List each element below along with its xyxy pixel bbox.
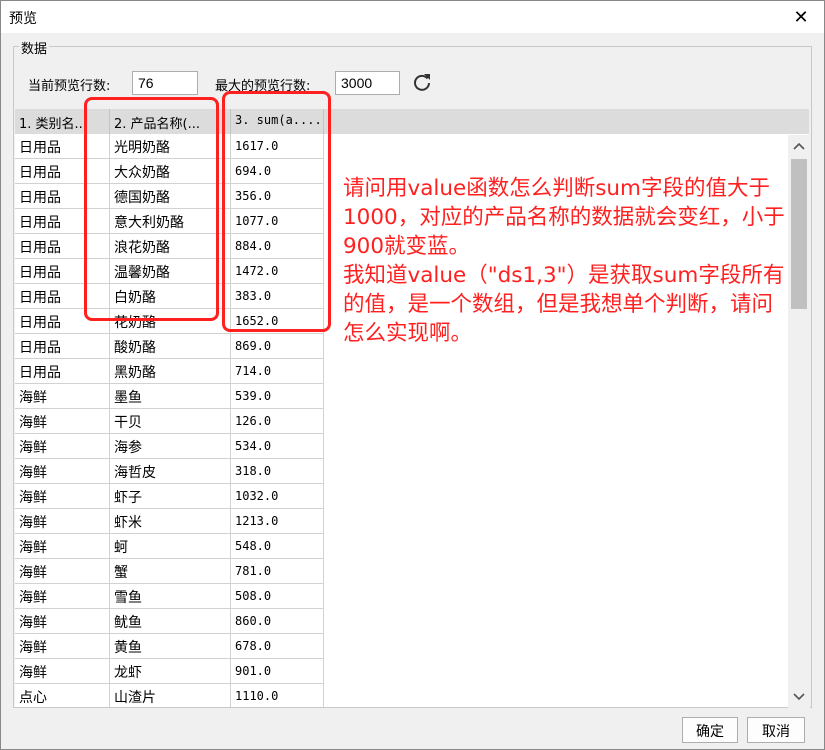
- cell-sum[interactable]: 1110.0: [231, 684, 324, 707]
- cell-category[interactable]: 日用品: [15, 334, 110, 359]
- table-row[interactable]: 海鲜蚵 548.0: [15, 534, 324, 559]
- table-row[interactable]: 海鲜 海哲皮 318.0: [15, 459, 324, 484]
- cell-sum[interactable]: 714.0: [231, 359, 324, 384]
- cell-category[interactable]: 海鲜: [15, 434, 110, 459]
- cell-sum[interactable]: 1032.0: [231, 484, 324, 509]
- cell-category[interactable]: 海鲜: [15, 484, 110, 509]
- table-row[interactable]: 海鲜 干贝 126.0: [15, 409, 324, 434]
- annotation-paragraph-2: 我知道value（"ds1,3"）是获取sum字段所有的值，是一个数组，但是我想…: [343, 263, 785, 346]
- cell-product[interactable]: 干贝: [110, 409, 231, 434]
- table-row[interactable]: 日用品 酸奶酪 869.0: [15, 334, 324, 359]
- annotation-paragraph-1: 请问用value函数怎么判断sum字段的值大于1000，对应的产品名称的数据就会…: [343, 176, 785, 259]
- close-icon[interactable]: ✕: [778, 1, 824, 33]
- cell-product[interactable]: 山渣片: [110, 684, 231, 707]
- vertical-scrollbar[interactable]: [788, 135, 810, 708]
- cell-product[interactable]: 蚵: [110, 534, 231, 559]
- table-row[interactable]: 海鲜 雪鱼 508.0: [15, 584, 324, 609]
- cell-product[interactable]: 蟹: [110, 559, 231, 584]
- cell-product[interactable]: 虾子: [110, 484, 231, 509]
- cell-sum[interactable]: 901.0: [231, 659, 324, 684]
- table-row[interactable]: 点心 山渣片 1110.0: [15, 684, 324, 707]
- cell-sum[interactable]: 678.0: [231, 634, 324, 659]
- cell-product[interactable]: 黑奶酪: [110, 359, 231, 384]
- cell-sum[interactable]: 869.0: [231, 334, 324, 359]
- table-row[interactable]: 海鲜 墨鱼 539.0: [15, 384, 324, 409]
- cell-sum[interactable]: 126.0: [231, 409, 324, 434]
- cell-category[interactable]: 海鲜: [15, 384, 110, 409]
- table-row[interactable]: 海鲜蟹 781.0: [15, 559, 324, 584]
- cell-category[interactable]: 海鲜: [15, 634, 110, 659]
- cell-sum[interactable]: 548.0: [231, 534, 324, 559]
- cell-category[interactable]: 海鲜: [15, 609, 110, 634]
- table-row[interactable]: 海鲜 龙虾 901.0: [15, 659, 324, 684]
- groupbox-legend: 数据: [19, 38, 50, 57]
- cancel-button[interactable]: 取消: [747, 717, 805, 743]
- cell-category[interactable]: 海鲜: [15, 409, 110, 434]
- ok-button[interactable]: 确定: [682, 717, 738, 743]
- cell-category[interactable]: 海鲜: [15, 534, 110, 559]
- cell-sum[interactable]: 781.0: [231, 559, 324, 584]
- cell-sum[interactable]: 318.0: [231, 459, 324, 484]
- table-row[interactable]: 海鲜 黄鱼 678.0: [15, 634, 324, 659]
- cell-category[interactable]: 海鲜: [15, 559, 110, 584]
- cell-sum[interactable]: 508.0: [231, 584, 324, 609]
- current-rows-label: 当前预览行数:: [28, 79, 111, 94]
- table-row[interactable]: 海鲜 虾子 1032.0: [15, 484, 324, 509]
- cell-product[interactable]: 墨鱼: [110, 384, 231, 409]
- cell-product[interactable]: 海哲皮: [110, 459, 231, 484]
- cell-product[interactable]: 雪鱼: [110, 584, 231, 609]
- current-rows-input[interactable]: [132, 71, 198, 95]
- cell-product[interactable]: 虾米: [110, 509, 231, 534]
- cell-product[interactable]: 黄鱼: [110, 634, 231, 659]
- cell-category[interactable]: 海鲜: [15, 459, 110, 484]
- preview-dialog: 预览 ✕ 数据 当前预览行数: 最大的预览行数: 1. 类别名... 2. 产品…: [0, 0, 825, 750]
- table-row[interactable]: 海鲜 虾米 1213.0: [15, 509, 324, 534]
- cell-sum[interactable]: 539.0: [231, 384, 324, 409]
- title-bar: 预览 ✕: [1, 1, 824, 33]
- cell-category[interactable]: 海鲜: [15, 659, 110, 684]
- cell-product[interactable]: 酸奶酪: [110, 334, 231, 359]
- refresh-icon[interactable]: [412, 72, 432, 92]
- product-column-highlight: [84, 97, 219, 321]
- cell-product[interactable]: 鱿鱼: [110, 609, 231, 634]
- chevron-down-icon[interactable]: [788, 686, 810, 708]
- scrollbar-thumb[interactable]: [791, 159, 807, 309]
- annotation-text: 请问用value函数怎么判断sum字段的值大于1000，对应的产品名称的数据就会…: [343, 174, 788, 348]
- cell-product[interactable]: 海参: [110, 434, 231, 459]
- max-rows-input[interactable]: [335, 71, 400, 95]
- table-row[interactable]: 海鲜 鱿鱼 860.0: [15, 609, 324, 634]
- cell-category[interactable]: 海鲜: [15, 509, 110, 534]
- cell-product[interactable]: 龙虾: [110, 659, 231, 684]
- cell-sum[interactable]: 534.0: [231, 434, 324, 459]
- sum-column-highlight: [222, 91, 331, 332]
- table-row[interactable]: 日用品 黑奶酪 714.0: [15, 359, 324, 384]
- cell-category[interactable]: 点心: [15, 684, 110, 707]
- cell-category[interactable]: 日用品: [15, 359, 110, 384]
- chevron-up-icon[interactable]: [788, 135, 810, 157]
- cell-category[interactable]: 海鲜: [15, 584, 110, 609]
- cell-sum[interactable]: 1213.0: [231, 509, 324, 534]
- table-row[interactable]: 海鲜 海参 534.0: [15, 434, 324, 459]
- window-title: 预览: [9, 11, 37, 27]
- cell-sum[interactable]: 860.0: [231, 609, 324, 634]
